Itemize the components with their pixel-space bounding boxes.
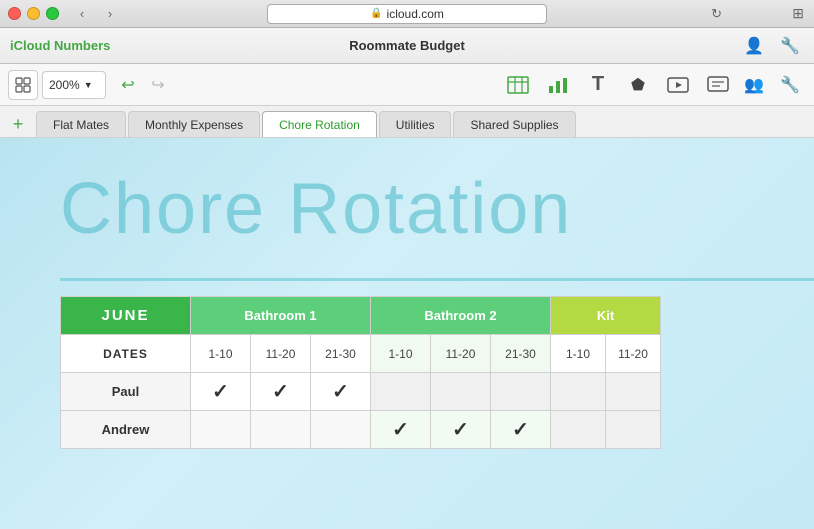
toolbar-right-icons: 👥 🔧 <box>738 69 806 101</box>
row-name-paul: Paul <box>61 373 191 411</box>
insert-tools: T ⬟ <box>502 69 734 101</box>
andrew-b1-3 <box>311 411 371 449</box>
date-sub-kit-2: 11-20 <box>606 335 661 373</box>
row-name-andrew: Andrew <box>61 411 191 449</box>
date-sub-b2-2: 11-20 <box>431 335 491 373</box>
andrew-b1-2 <box>251 411 311 449</box>
comment-icon <box>707 76 729 94</box>
window-controls <box>8 7 59 20</box>
media-insert-button[interactable] <box>662 69 694 101</box>
date-sub-b2-3: 21-30 <box>491 335 551 373</box>
paul-kit-2 <box>606 373 661 411</box>
numbers-label: Numbers <box>54 38 110 53</box>
sheet-tabs: + Flat Mates Monthly Expenses Chore Rota… <box>0 106 814 138</box>
comment-button[interactable] <box>702 69 734 101</box>
tab-chore-rotation[interactable]: Chore Rotation <box>262 111 377 137</box>
dates-label-cell: DATES <box>61 335 191 373</box>
address-bar[interactable]: 🔒 icloud.com <box>267 4 547 24</box>
date-sub-b1-1: 1-10 <box>191 335 251 373</box>
tab-flat-mates[interactable]: Flat Mates <box>36 111 126 137</box>
sheet-view-button[interactable] <box>8 70 38 100</box>
lock-icon: 🔒 <box>370 8 382 19</box>
date-sub-b2-1: 1-10 <box>371 335 431 373</box>
table-row: Andrew ✓ ✓ ✓ <box>61 411 661 449</box>
zoom-chevron: ▼ <box>84 80 93 90</box>
chart-insert-button[interactable] <box>542 69 574 101</box>
settings-button[interactable]: 🔧 <box>776 32 804 60</box>
refresh-button[interactable]: ↻ <box>711 6 722 22</box>
maximize-button[interactable] <box>46 7 59 20</box>
date-sub-b1-2: 11-20 <box>251 335 311 373</box>
account-button[interactable]: 👤 <box>740 32 768 60</box>
content-area: Chore Rotation JUNE Bathroom 1 Bathroom … <box>0 138 814 529</box>
url-text: icloud.com <box>387 7 444 21</box>
back-button[interactable]: ‹ <box>69 5 95 23</box>
undo-redo-group: ↩ ↪ <box>114 71 172 99</box>
date-sub-b1-3: 21-30 <box>311 335 371 373</box>
text-insert-button[interactable]: T <box>582 69 614 101</box>
minimize-button[interactable] <box>27 7 40 20</box>
tab-utilities[interactable]: Utilities <box>379 111 452 137</box>
andrew-b2-3: ✓ <box>491 411 551 449</box>
date-sub-kit-1: 1-10 <box>551 335 606 373</box>
chore-table: JUNE Bathroom 1 Bathroom 2 Kit DATES 1-1… <box>60 296 661 449</box>
bathroom1-header: Bathroom 1 <box>191 297 371 335</box>
wrench-button[interactable]: 🔧 <box>774 69 806 101</box>
title-divider <box>60 278 814 281</box>
bathroom2-header: Bathroom 2 <box>371 297 551 335</box>
table-row: Paul ✓ ✓ ✓ <box>61 373 661 411</box>
zoom-selector[interactable]: 200% ▼ <box>42 71 106 99</box>
tab-shared-supplies[interactable]: Shared Supplies <box>453 111 575 137</box>
month-header: JUNE <box>61 297 191 335</box>
app-toolbar-right: 👤 🔧 <box>740 32 804 60</box>
chart-icon <box>547 76 569 94</box>
paul-b1-1: ✓ <box>191 373 251 411</box>
close-button[interactable] <box>8 7 21 20</box>
numbers-toolbar: 200% ▼ ↩ ↪ T ⬟ <box>0 64 814 106</box>
shape-insert-button[interactable]: ⬟ <box>622 69 654 101</box>
andrew-kit-1 <box>551 411 606 449</box>
app-brand: iCloud Numbers <box>10 38 110 53</box>
media-icon <box>667 76 689 94</box>
document-title: Roommate Budget <box>349 38 465 53</box>
andrew-b1-1 <box>191 411 251 449</box>
andrew-b2-1: ✓ <box>371 411 431 449</box>
paul-b1-2: ✓ <box>251 373 311 411</box>
page-title: Chore Rotation <box>60 168 572 250</box>
table-insert-button[interactable] <box>502 69 534 101</box>
andrew-b2-2: ✓ <box>431 411 491 449</box>
grid-icon <box>15 77 31 93</box>
nav-arrows: ‹ › <box>69 5 123 23</box>
tab-view-button[interactable]: ⊞ <box>792 5 804 22</box>
kitchen-header: Kit <box>551 297 661 335</box>
add-sheet-button[interactable]: + <box>4 111 32 137</box>
andrew-kit-2 <box>606 411 661 449</box>
tab-monthly-expenses[interactable]: Monthly Expenses <box>128 111 260 137</box>
app-toolbar: iCloud Numbers Roommate Budget 👤 🔧 <box>0 28 814 64</box>
paul-b2-3 <box>491 373 551 411</box>
paul-b2-2 <box>431 373 491 411</box>
icloud-label: iCloud <box>10 38 54 53</box>
undo-button[interactable]: ↩ <box>114 71 142 99</box>
forward-button[interactable]: › <box>97 5 123 23</box>
share-button[interactable]: 👥 <box>738 69 770 101</box>
paul-b2-1 <box>371 373 431 411</box>
redo-button[interactable]: ↪ <box>144 71 172 99</box>
title-bar: ‹ › 🔒 icloud.com ↻ ⊞ <box>0 0 814 28</box>
zoom-value: 200% <box>49 78 80 92</box>
paul-b1-3: ✓ <box>311 373 371 411</box>
paul-kit-1 <box>551 373 606 411</box>
table-icon <box>507 76 529 94</box>
